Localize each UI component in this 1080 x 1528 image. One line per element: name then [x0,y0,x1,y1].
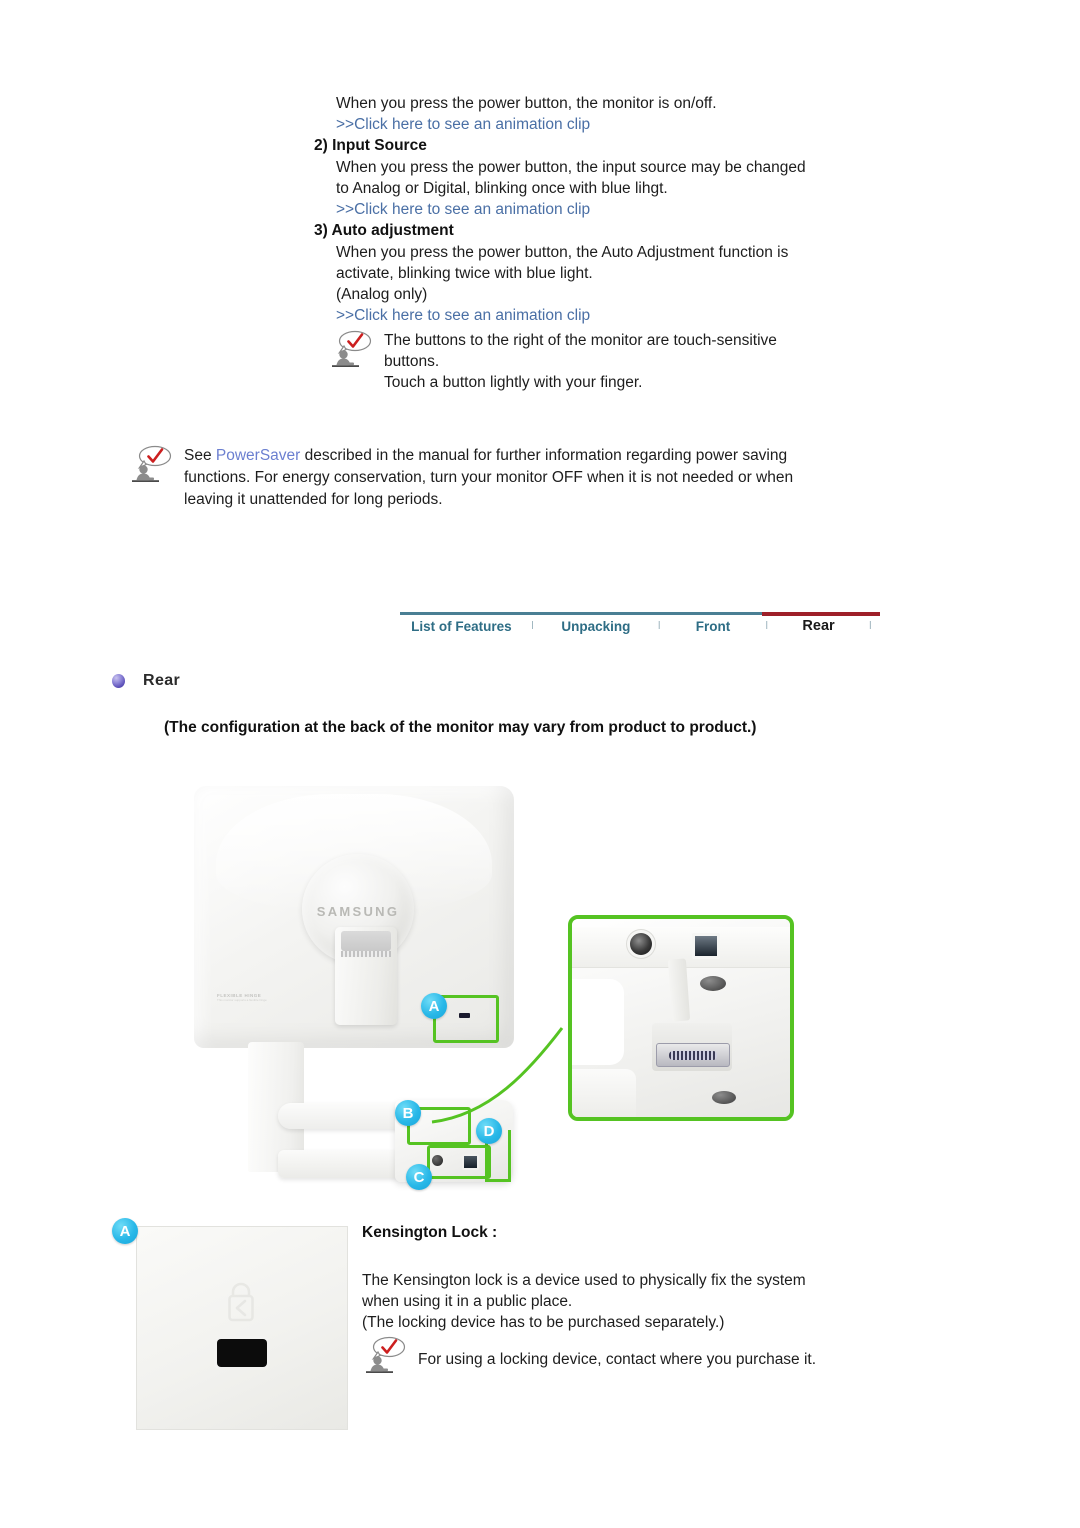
auto-adjustment-line-1: When you press the power button, the Aut… [336,244,789,261]
dvi-port-icon [692,933,720,959]
animation-clip-link-1[interactable]: >>Click here to see an animation clip [336,114,956,135]
dsub-connector [656,1043,730,1067]
power-button-instructions: When you press the power button, the mon… [314,93,956,326]
powersaver-text-before: See [184,447,216,464]
tab-rear[interactable]: Rear [776,618,860,634]
tab-separator: l [765,620,768,632]
monitor-rear-illustration: SAMSUNG FLEXIBLE HINGE This monitor supp… [110,770,910,1200]
samsung-brand-label: SAMSUNG [316,903,400,919]
rubber-pad-upper [700,976,726,991]
callout-bubble-a[interactable]: A [421,993,447,1019]
kensington-note: For using a locking device, contact wher… [362,1336,922,1376]
dc-power-port-icon [630,933,652,955]
powersaver-line-2: functions. For energy conservation, turn… [184,469,794,486]
animation-clip-link-3[interactable]: >>Click here to see an animation clip [336,305,956,326]
kensington-title: Kensington Lock : [362,1224,498,1241]
connector-detail-panel [568,915,794,1121]
powersaver-line-3: leaving it unattended for long periods. [184,491,443,508]
kensington-lock-glyph-icon [228,1282,254,1322]
detail-panel-cutout [572,979,624,1065]
tab-separator: l [531,620,534,632]
tab-front[interactable]: Front [669,619,757,634]
touch-note-line-1: The buttons to the right of the monitor … [384,332,777,349]
tab-list: List of Features l Unpacking l Front l R… [400,618,880,634]
kensington-lock-photo [136,1226,348,1430]
input-source-line-1: When you press the power button, the inp… [336,159,806,176]
power-line: When you press the power button, the mon… [336,95,717,112]
kensington-slot-small [459,1013,470,1018]
touch-sensitive-note: The buttons to the right of the monitor … [328,330,888,393]
monitor-hinge-slot [341,931,391,951]
kensington-body-line-1: The Kensington lock is a device used to … [362,1272,806,1289]
dsub-pins [669,1050,717,1060]
flexible-hinge-label-sub: This monitor supports a flexible hinge [217,998,267,1002]
powersaver-text-after: described in the manual for further info… [300,447,788,464]
kensington-body: The Kensington lock is a device used to … [362,1270,806,1333]
tab-list-of-features[interactable]: List of Features [400,619,523,634]
callout-bubble-b[interactable]: B [395,1100,421,1126]
note-person-check-icon [128,445,174,485]
callout-bubble-d[interactable]: D [476,1118,502,1144]
powersaver-note: See PowerSaver described in the manual f… [128,445,888,511]
powersaver-note-text: See PowerSaver described in the manual f… [184,445,793,511]
kensington-note-text: For using a locking device, contact wher… [418,1351,817,1368]
touch-note-text: The buttons to the right of the monitor … [384,330,777,393]
monitor-hinge-vents [341,951,391,957]
note-person-check-icon [362,1336,408,1376]
tabbar-active-indicator [762,612,880,616]
configuration-disclaimer: (The configuration at the back of the mo… [164,719,757,736]
tab-unpacking[interactable]: Unpacking [542,619,650,634]
kensington-body-line-2: when using it in a public place. [362,1293,573,1310]
touch-note-line-3: Touch a button lightly with your finger. [384,374,643,391]
note-person-check-icon [328,330,374,370]
touch-note-line-2: buttons. [384,353,440,370]
auto-adjustment-heading: 3) Auto adjustment [314,222,454,239]
kensington-body-line-3: (The locking device has to be purchased … [362,1314,725,1331]
kensington-lock-slot [217,1339,267,1367]
input-source-line-2: to Analog or Digital, blinking once with… [336,180,668,197]
cable-holder-highlight-line-v2 [508,1130,511,1182]
detail-panel-body [572,919,790,1117]
powersaver-line-1: See PowerSaver described in the manual f… [184,445,793,467]
power-port-highlight-box [427,1145,491,1179]
rubber-pad-lower [712,1091,736,1104]
powersaver-link[interactable]: PowerSaver [216,447,300,464]
animation-clip-link-2[interactable]: >>Click here to see an animation clip [336,199,956,220]
section-tabbar: List of Features l Unpacking l Front l R… [400,612,880,648]
purple-sphere-bullet-icon [112,674,125,688]
tab-separator: l [869,620,872,632]
section-heading-rear: Rear [112,672,180,690]
callout-bubble-c[interactable]: C [406,1164,432,1190]
detail-panel-base [572,1069,636,1117]
tab-separator: l [657,620,661,632]
auto-adjustment-line-2: activate, blinking twice with blue light… [336,265,593,282]
kensington-callout-bubble-a[interactable]: A [112,1218,138,1244]
auto-adjustment-line-3: (Analog only) [336,286,428,303]
flexible-hinge-label: FLEXIBLE HINGE This monitor supports a f… [217,993,285,1013]
section-heading-label: Rear [143,672,181,689]
input-source-heading: 2) Input Source [314,137,427,154]
